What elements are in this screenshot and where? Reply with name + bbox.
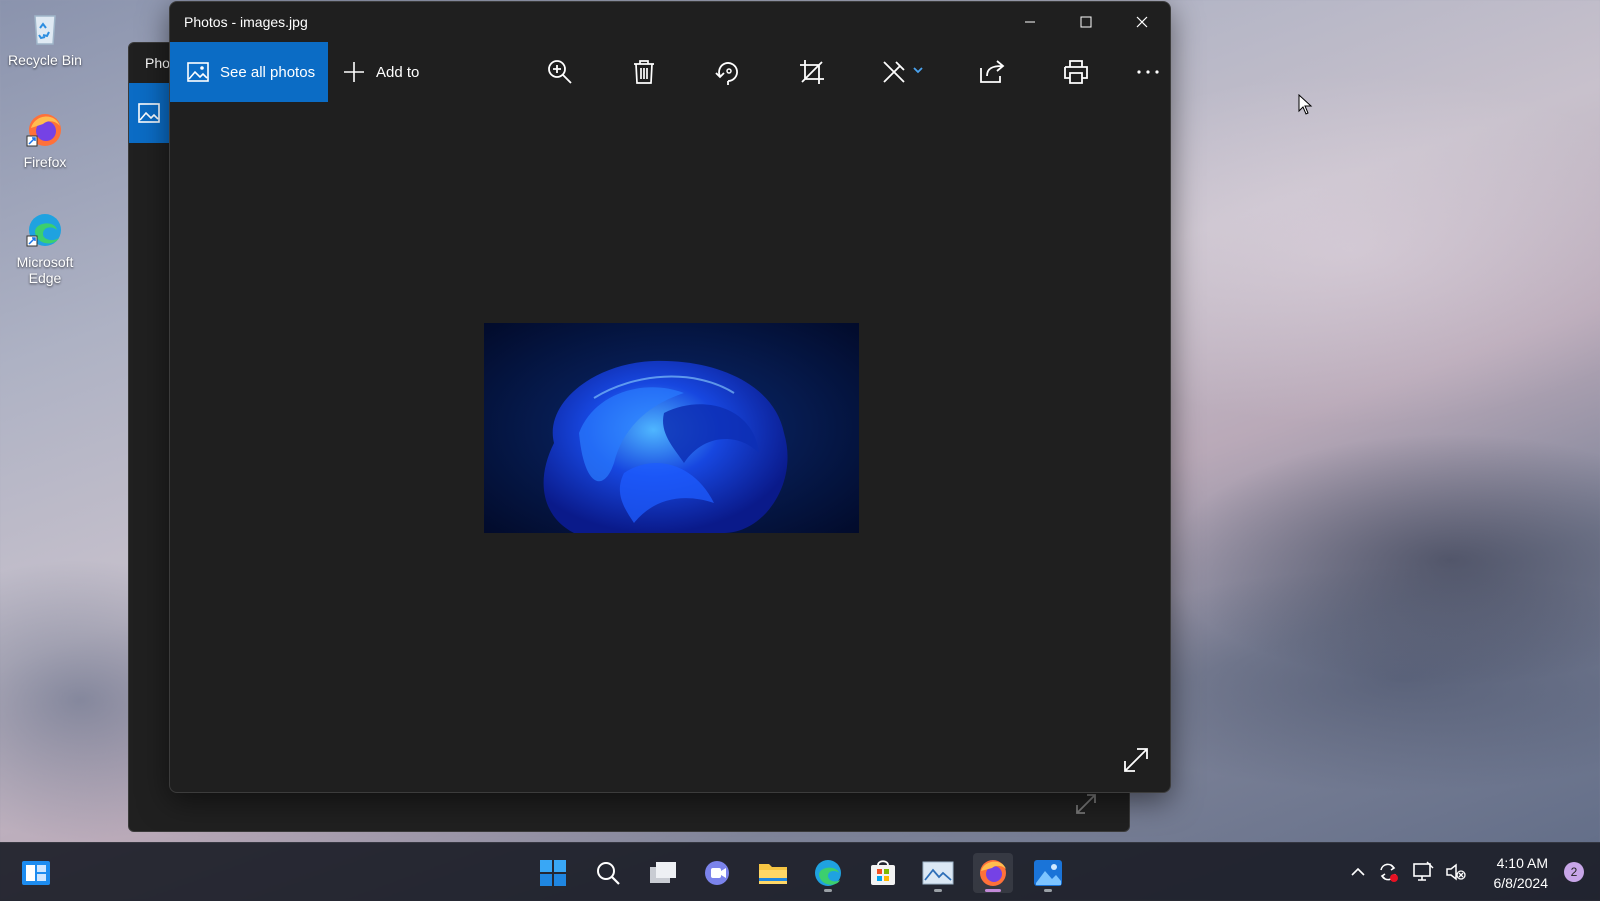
taskbar-start-button[interactable] bbox=[533, 853, 573, 893]
chevron-up-icon bbox=[1351, 867, 1365, 876]
maximize-icon bbox=[1080, 16, 1092, 28]
photo-icon bbox=[138, 103, 160, 123]
volume-button[interactable] bbox=[1445, 861, 1467, 883]
taskbar-file-explorer-button[interactable] bbox=[753, 853, 793, 893]
zoom-button[interactable] bbox=[544, 56, 576, 88]
taskbar-photos-button[interactable] bbox=[1028, 853, 1068, 893]
recycle-bin-icon bbox=[34, 15, 56, 45]
running-indicator bbox=[824, 889, 832, 892]
running-indicator bbox=[934, 889, 942, 892]
task-view-icon bbox=[650, 862, 676, 883]
sync-status-button[interactable] bbox=[1377, 861, 1399, 883]
see-all-photos-button[interactable]: See all photos bbox=[170, 42, 328, 102]
running-indicator bbox=[1044, 889, 1052, 892]
taskbar-search-button[interactable] bbox=[588, 853, 628, 893]
clock-time: 4:10 AM bbox=[1496, 855, 1548, 871]
desktop-icon-label: Recycle Bin bbox=[8, 52, 82, 68]
desktop-icon-label: Microsoft Edge bbox=[16, 254, 74, 286]
print-icon bbox=[1064, 60, 1088, 84]
add-to-label: Add to bbox=[376, 63, 420, 81]
rotate-icon bbox=[715, 62, 738, 85]
image-viewer-icon bbox=[922, 861, 954, 885]
edit-button[interactable] bbox=[880, 56, 928, 88]
close-icon bbox=[1136, 16, 1148, 28]
windows-icon bbox=[540, 860, 566, 886]
photos-window[interactable]: Photos - images.jpg See all photos Add t… bbox=[169, 1, 1171, 793]
firefox-icon bbox=[980, 860, 1006, 886]
delete-icon bbox=[634, 60, 654, 84]
taskbar-photo-viewer-button[interactable] bbox=[918, 853, 958, 893]
toolbar: See all photos Add to bbox=[170, 42, 1170, 102]
network-icon bbox=[1413, 861, 1434, 881]
widgets-icon bbox=[22, 861, 50, 885]
print-button[interactable] bbox=[1060, 56, 1092, 88]
clock-date: 6/8/2024 bbox=[1493, 875, 1549, 891]
crop-button[interactable] bbox=[796, 56, 828, 88]
store-icon bbox=[871, 860, 895, 885]
zoom-in-icon bbox=[548, 60, 572, 84]
minimize-button[interactable] bbox=[1002, 2, 1058, 42]
sync-error-icon bbox=[1380, 863, 1398, 882]
background-window-title: Pho bbox=[145, 55, 170, 71]
close-button[interactable] bbox=[1114, 2, 1170, 42]
window-title: Photos - images.jpg bbox=[184, 14, 308, 30]
volume-muted-icon bbox=[1446, 863, 1466, 881]
delete-button[interactable] bbox=[628, 56, 660, 88]
active-indicator bbox=[985, 889, 1001, 892]
photos-app-icon bbox=[1034, 860, 1062, 886]
firefox-icon bbox=[26, 114, 61, 147]
minimize-icon bbox=[1025, 21, 1035, 23]
share-button[interactable] bbox=[976, 56, 1008, 88]
crop-icon bbox=[800, 60, 824, 84]
desktop-icon-firefox[interactable]: Firefox bbox=[4, 110, 86, 170]
rotate-button[interactable] bbox=[712, 56, 744, 88]
taskbar-firefox-button[interactable] bbox=[973, 853, 1013, 893]
share-icon bbox=[980, 60, 1005, 83]
photo-icon bbox=[187, 62, 209, 82]
search-icon bbox=[597, 862, 620, 885]
desktop-icon-recycle-bin[interactable]: Recycle Bin bbox=[4, 8, 86, 68]
clock[interactable]: 4:10 AM 6/8/2024 bbox=[1494, 853, 1549, 893]
folder-icon bbox=[759, 864, 787, 884]
plus-icon bbox=[344, 62, 364, 82]
see-all-photos-label: See all photos bbox=[220, 63, 316, 81]
edge-icon bbox=[26, 214, 61, 247]
taskbar-edge-button[interactable] bbox=[808, 853, 848, 893]
more-icon bbox=[1137, 70, 1159, 74]
more-button[interactable] bbox=[1132, 56, 1164, 88]
desktop-icon-edge[interactable]: Microsoft Edge bbox=[4, 210, 86, 286]
network-button[interactable] bbox=[1412, 861, 1434, 883]
add-to-button[interactable]: Add to bbox=[342, 42, 419, 102]
taskbar: 4:10 AM 6/8/2024 2 bbox=[0, 842, 1600, 901]
chat-icon bbox=[705, 861, 729, 885]
show-hidden-icons-button[interactable] bbox=[1347, 861, 1369, 883]
edit-icon bbox=[883, 61, 923, 83]
mouse-cursor-icon bbox=[1298, 94, 1313, 115]
desktop-icon-label: Firefox bbox=[23, 154, 67, 170]
fullscreen-icon[interactable] bbox=[1120, 744, 1152, 776]
taskbar-task-view-button[interactable] bbox=[643, 853, 683, 893]
taskbar-chat-button[interactable] bbox=[698, 853, 738, 893]
blue-bloom-image bbox=[484, 323, 859, 533]
widgets-button[interactable] bbox=[16, 853, 56, 893]
chevron-down-icon bbox=[913, 67, 923, 74]
taskbar-store-button[interactable] bbox=[863, 853, 903, 893]
title-bar[interactable]: Photos - images.jpg bbox=[170, 2, 1170, 42]
maximize-button[interactable] bbox=[1058, 2, 1114, 42]
expand-icon[interactable] bbox=[1073, 791, 1099, 817]
notification-badge[interactable]: 2 bbox=[1564, 862, 1584, 882]
photo-display[interactable] bbox=[484, 323, 859, 533]
edge-icon bbox=[815, 860, 841, 886]
background-see-all-button[interactable] bbox=[129, 83, 169, 143]
